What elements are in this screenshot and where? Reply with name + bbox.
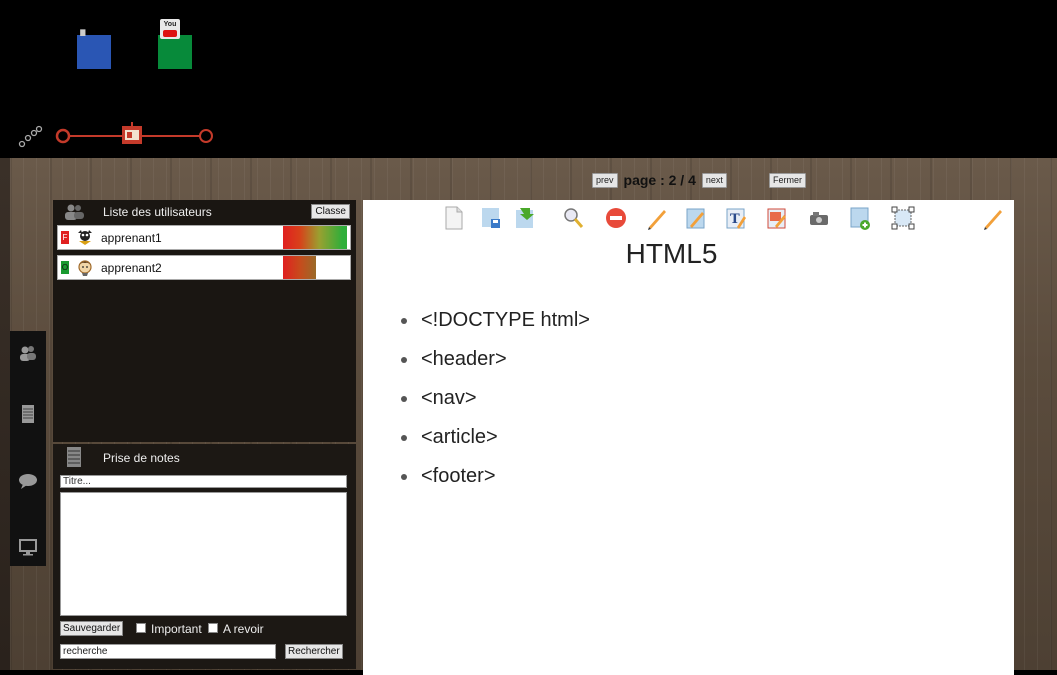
review-label: A revoir <box>223 622 264 636</box>
slide-canvas[interactable]: T HTML5 <!DOCTYPE html> <header> <nav> <… <box>363 200 1014 675</box>
slide-toolbar: T <box>363 206 1014 234</box>
user-status-flag: F <box>61 231 69 244</box>
add-icon[interactable] <box>849 206 871 230</box>
user-row[interactable]: F apprenant1 <box>57 225 351 250</box>
user-status-flag: O <box>61 261 69 274</box>
side-toolbar <box>10 331 46 566</box>
close-button[interactable]: Fermer <box>769 173 806 188</box>
notes-search-input[interactable]: recherche <box>60 644 276 659</box>
notepad-icon[interactable] <box>18 404 38 424</box>
prev-button[interactable]: prev <box>592 172 618 188</box>
dock-app-youtube[interactable]: You <box>158 19 192 69</box>
youtube-icon: You <box>160 19 180 39</box>
users-icon[interactable] <box>18 343 38 363</box>
draw-icon[interactable] <box>982 206 1004 230</box>
list-item: <header> <box>399 347 590 386</box>
camera-icon[interactable] <box>808 206 830 230</box>
timeline-start-node[interactable] <box>55 128 71 144</box>
users-icon <box>63 203 85 226</box>
next-button[interactable]: next <box>701 172 727 188</box>
network-nodes-icon[interactable] <box>18 125 43 148</box>
note-body-textarea[interactable] <box>60 492 347 616</box>
screen-icon[interactable] <box>18 537 38 557</box>
notes-panel-title: Prise de notes <box>103 451 180 465</box>
zoom-icon[interactable] <box>562 206 584 230</box>
user-activity-bar <box>283 226 349 249</box>
list-item: <nav> <box>399 386 590 425</box>
stop-icon[interactable] <box>605 206 627 230</box>
user-avatar-icon <box>76 229 94 247</box>
list-item: <footer> <box>399 464 590 503</box>
import-icon[interactable] <box>514 206 536 230</box>
user-avatar-icon <box>76 259 94 277</box>
notes-panel: Prise de notes Titre... Sauvegarder Impo… <box>53 444 356 669</box>
page-indicator: page : 2 / 4 <box>623 172 696 188</box>
notepad-icon <box>65 446 83 473</box>
list-item: <!DOCTYPE html> <box>399 308 590 347</box>
classe-button[interactable]: Classe <box>311 204 350 219</box>
edit-icon[interactable] <box>685 206 707 230</box>
presentation-icon[interactable] <box>122 122 142 144</box>
save-icon[interactable] <box>480 206 502 230</box>
list-item: <article> <box>399 425 590 464</box>
users-panel: Liste des utilisateurs Classe F apprenan… <box>53 200 356 442</box>
dock-app-icon: ∎ <box>79 25 87 39</box>
chat-icon[interactable] <box>18 471 38 491</box>
text-icon[interactable]: T <box>725 206 747 230</box>
user-name: apprenant1 <box>101 231 162 245</box>
important-label: Important <box>151 622 202 636</box>
session-timeline <box>18 122 238 152</box>
left-edge <box>0 158 10 670</box>
user-activity-bar <box>283 256 316 279</box>
slide-title: HTML5 <box>625 238 718 269</box>
slide-pagination: prev page : 2 / 4 next <box>592 171 727 189</box>
select-icon[interactable] <box>891 206 915 230</box>
dock-app-blue[interactable]: ∎ <box>77 25 111 69</box>
user-row[interactable]: O apprenant2 <box>57 255 351 280</box>
highlight-icon[interactable] <box>766 206 788 230</box>
top-bar: ∎ You <box>0 0 1057 158</box>
new-page-icon[interactable] <box>443 206 465 230</box>
timeline-end-node[interactable] <box>199 129 213 143</box>
note-title-input[interactable]: Titre... <box>60 475 347 488</box>
user-activity-bar-end <box>347 226 350 249</box>
review-checkbox[interactable] <box>208 623 218 633</box>
user-name: apprenant2 <box>101 261 162 275</box>
slide-bullet-list: <!DOCTYPE html> <header> <nav> <article>… <box>399 308 590 503</box>
save-note-button[interactable]: Sauvegarder <box>60 621 124 636</box>
users-panel-title: Liste des utilisateurs <box>103 205 212 219</box>
users-panel-header: Liste des utilisateurs Classe <box>53 200 356 224</box>
pencil-icon[interactable] <box>646 206 668 230</box>
important-checkbox[interactable] <box>136 623 146 633</box>
search-button[interactable]: Rechercher <box>285 644 343 659</box>
